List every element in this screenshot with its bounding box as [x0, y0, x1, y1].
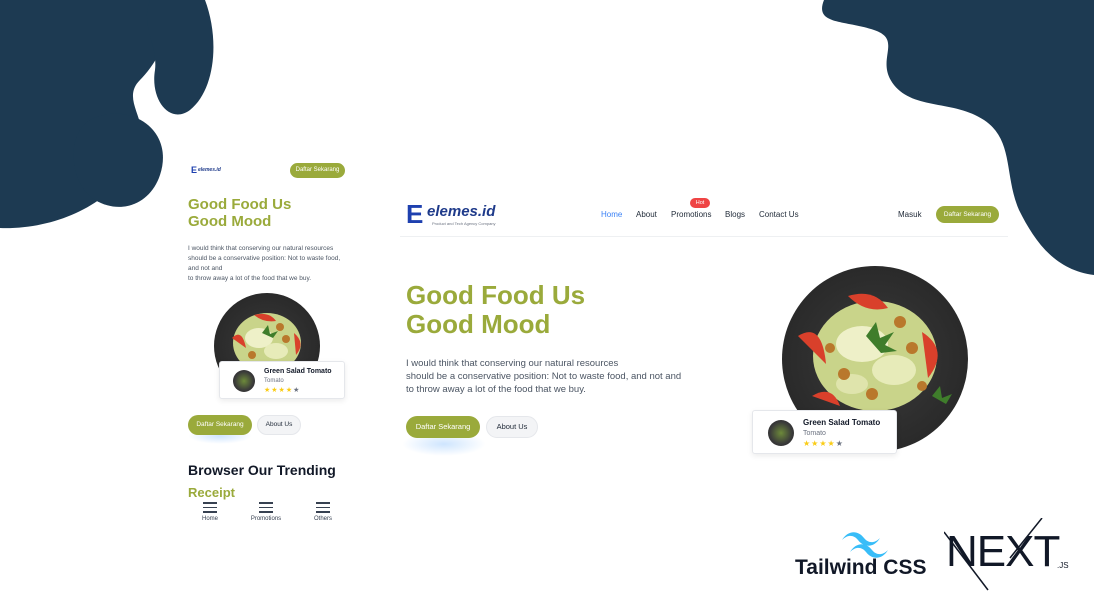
mobile-intro-paragraph: I would think that conserving our natura…: [188, 244, 353, 284]
desktop-food-card[interactable]: Green Salad Tomato Tomato ★★★★★: [752, 410, 897, 454]
mobile-paragraph-line: and not and: [188, 265, 223, 272]
next-js-suffix: .JS: [1057, 561, 1069, 570]
desktop-cta-register-button[interactable]: Daftar Sekarang: [406, 416, 480, 438]
login-link[interactable]: Masuk: [898, 210, 922, 219]
desktop-brand-logo[interactable]: E elemes.id Product and Tech Agency Comp…: [406, 200, 506, 230]
desktop-paragraph-line: to throw away a lot of the food that we …: [406, 384, 586, 395]
mobile-paragraph-line: I would think that conserving our natura…: [188, 245, 334, 252]
decorative-blob-right: [822, 0, 1094, 275]
food-thumbnail: [768, 420, 794, 446]
star-empty-icon: ★: [835, 439, 844, 448]
bottom-nav-promotions[interactable]: Promotions: [241, 516, 291, 522]
desktop-paragraph-line: should be a conservative position: Not t…: [406, 371, 682, 382]
food-card-subtitle: Tomato: [264, 378, 284, 384]
food-thumbnail: [233, 370, 255, 392]
star-rating: ★★★★★: [264, 386, 300, 394]
desktop-paragraph-line: I would think that conserving our natura…: [406, 358, 619, 369]
nav-about[interactable]: About: [636, 210, 657, 219]
brand-mark-icon: E: [406, 199, 424, 229]
desktop-register-button[interactable]: Daftar Sekarang: [936, 206, 999, 223]
mobile-cta-about-button[interactable]: About Us: [257, 415, 301, 435]
mobile-headline-line-1: Good Food Us: [188, 196, 292, 213]
star-rating: ★★★★★: [803, 439, 844, 448]
nav-blogs[interactable]: Blogs: [725, 210, 745, 219]
hot-badge: Hot: [690, 198, 710, 208]
nav-contact-us[interactable]: Contact Us: [759, 210, 799, 219]
nav-home[interactable]: Home: [601, 210, 622, 219]
desktop-headline: Good Food Us Good Mood: [406, 280, 586, 340]
menu-icon[interactable]: [203, 502, 217, 516]
bottom-nav-others[interactable]: Others: [298, 516, 348, 522]
trending-title: Browser Our Trending: [188, 462, 336, 478]
desktop-intro-paragraph: I would think that conserving our natura…: [406, 357, 706, 396]
food-card-title: Green Salad Tomato: [803, 418, 881, 427]
food-card-subtitle: Tomato: [803, 430, 826, 437]
food-card-title: Green Salad Tomato: [264, 368, 332, 375]
brand-name: elemes.id: [427, 203, 496, 220]
mobile-brand-logo[interactable]: E elemes.id: [191, 165, 221, 175]
mobile-cta-register-button[interactable]: Daftar Sekarang: [188, 415, 252, 435]
mobile-header-register-button[interactable]: Daftar Sekarang: [290, 163, 345, 178]
mobile-headline: Good Food Us Good Mood: [188, 196, 292, 231]
next-slash-icon: [944, 518, 1043, 591]
header-divider: [400, 236, 1008, 237]
mobile-paragraph-line: to throw away a lot of the food that we …: [188, 275, 312, 282]
trending-accent: Receipt: [188, 485, 235, 500]
star-empty-icon: ★: [293, 386, 301, 394]
mobile-paragraph-line: should be a conservative position: Not t…: [188, 255, 341, 262]
brand-name: elemes.id: [198, 167, 221, 173]
mobile-headline-line-2: Good Mood: [188, 212, 272, 230]
star-icon: ★★★★: [264, 386, 294, 394]
nav-promotions[interactable]: Promotions: [671, 210, 711, 219]
brand-tagline: Product and Tech Agency Company: [432, 221, 496, 226]
menu-icon[interactable]: [316, 502, 330, 516]
mobile-food-card[interactable]: Green Salad Tomato Tomato ★★★★★: [219, 361, 345, 399]
brand-mark-icon: E: [191, 165, 198, 175]
star-icon: ★★★★: [803, 439, 836, 448]
decorative-blob-left: [0, 0, 214, 229]
desktop-headline-line-1: Good Food Us: [406, 280, 586, 310]
desktop-cta-about-button[interactable]: About Us: [486, 416, 538, 438]
menu-icon[interactable]: [259, 502, 273, 516]
tailwind-wordmark: Tailwind CSS: [795, 556, 927, 579]
bottom-nav-home[interactable]: Home: [185, 516, 235, 522]
desktop-headline-line-2: Good Mood: [406, 309, 551, 340]
